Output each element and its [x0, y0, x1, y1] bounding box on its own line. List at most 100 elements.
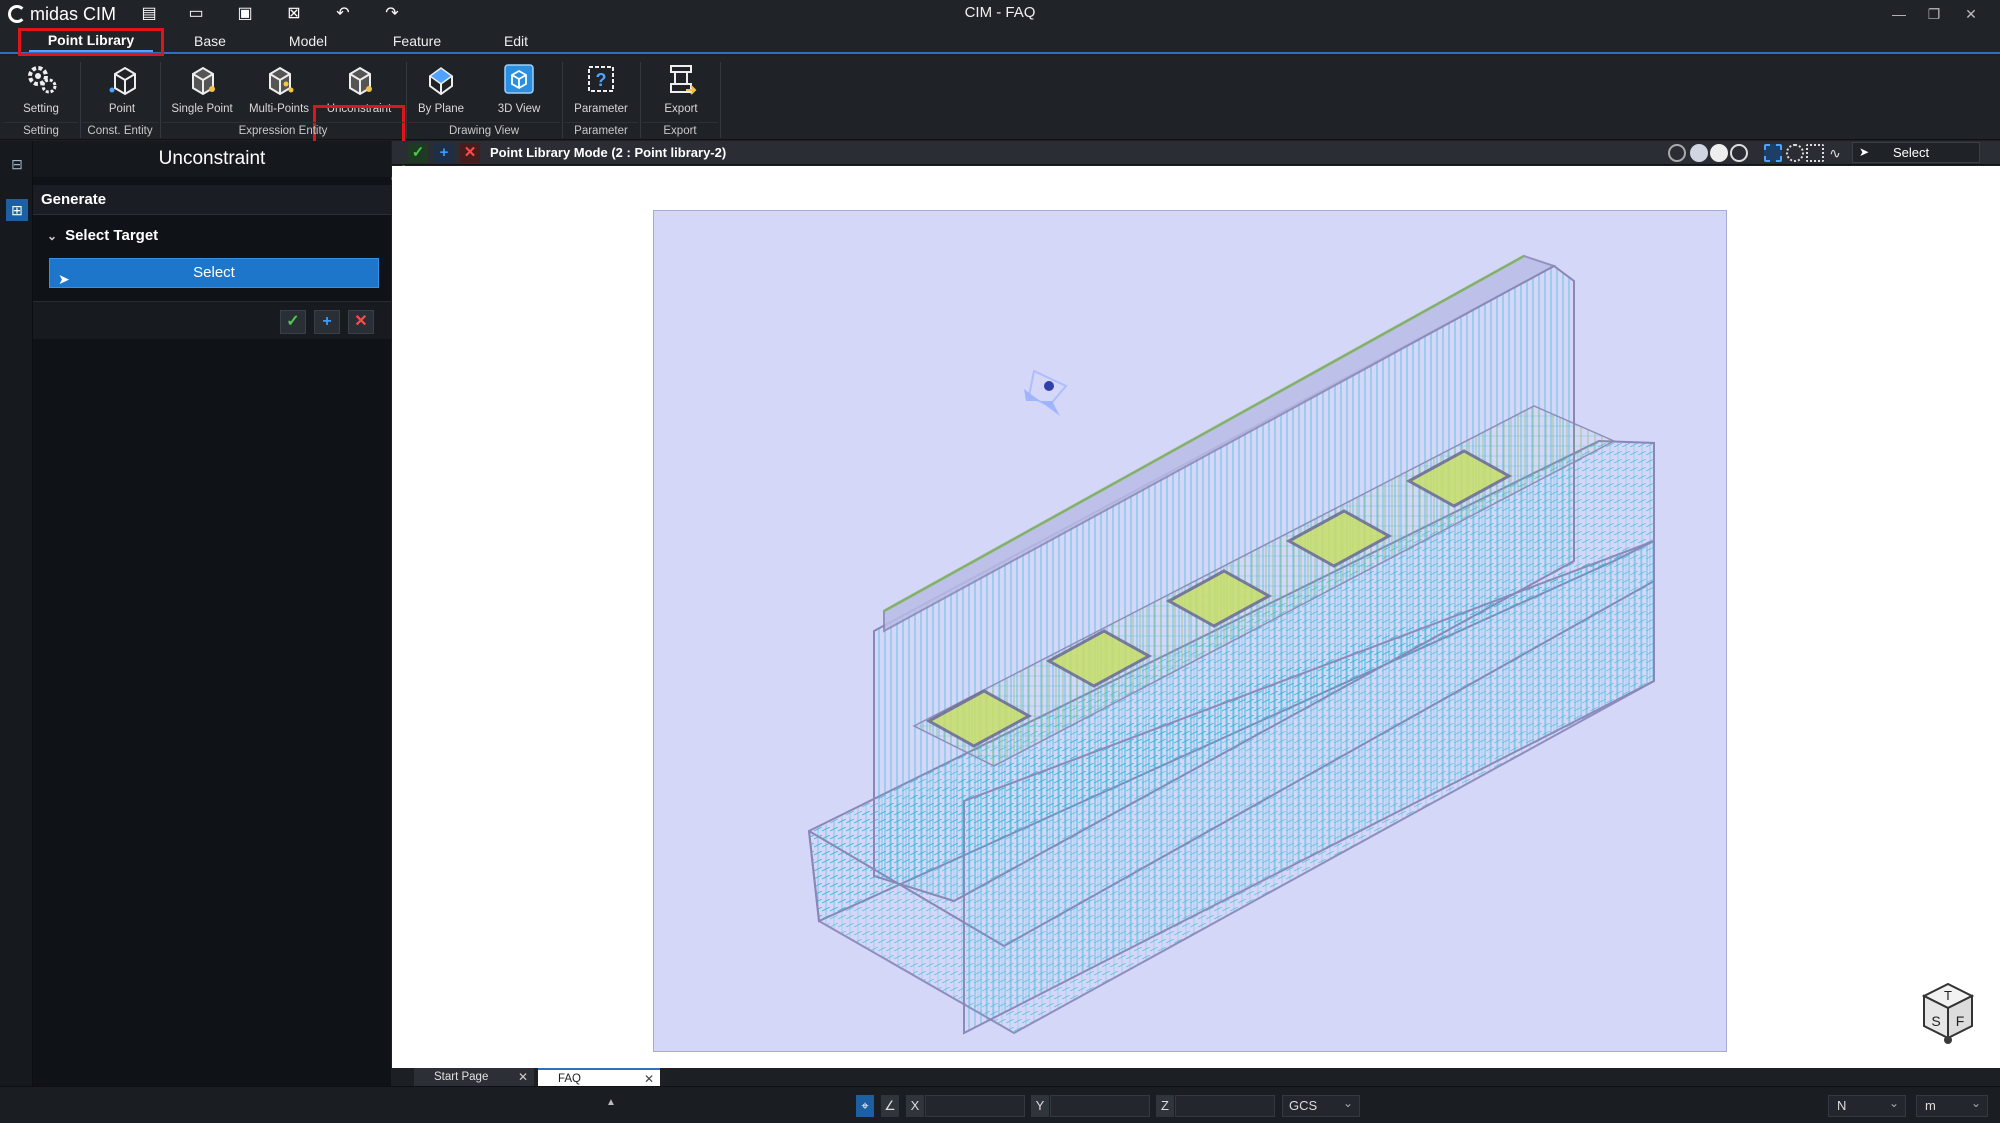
group-expression-entity: Expression Entity [162, 122, 404, 138]
group-const-entity: Const. Entity [82, 122, 158, 138]
group-parameter: Parameter [564, 122, 638, 138]
select-mode-label: Select [1893, 145, 1930, 160]
polygon-select-icon[interactable] [1806, 144, 1824, 162]
save-icon[interactable]: ▣ [234, 3, 256, 25]
coord-system-dropdown[interactable]: GCS [1282, 1093, 1360, 1117]
export-button[interactable]: Export [648, 60, 714, 120]
box-select-icon[interactable] [1764, 144, 1782, 162]
multi-points-icon [269, 66, 294, 96]
navigation-cube[interactable]: T S F [1916, 976, 1980, 1056]
minimize-icon[interactable]: — [1886, 3, 1912, 25]
solid-sphere-icon[interactable] [1710, 144, 1728, 162]
z-coord-label: Z [1156, 1095, 1174, 1117]
new-file-icon[interactable]: ▤ [138, 3, 160, 25]
force-unit-value: N [1837, 1098, 1847, 1113]
snap-icon[interactable]: ⌖ [856, 1095, 874, 1117]
by-plane-label: By Plane [417, 103, 465, 115]
redo-icon[interactable]: ↷ [381, 3, 403, 25]
multi-points-button[interactable]: Multi-Points [244, 60, 314, 120]
3d-view-icon [504, 64, 534, 94]
grid-panel-icon[interactable]: ⊞ [6, 199, 28, 221]
y-coord-field[interactable] [1050, 1095, 1150, 1117]
restore-icon[interactable]: ❐ [1921, 3, 1947, 25]
tab-point-library[interactable]: Point Library [18, 28, 164, 56]
single-point-label: Single Point [171, 103, 233, 115]
parameter-button[interactable]: ? Parameter [568, 60, 634, 120]
status-bar: ▲ ⌖ ∠ X Y Z GCS N m [0, 1086, 2000, 1123]
model-canvas[interactable] [653, 210, 1727, 1052]
close-file-icon[interactable]: ⊠ [283, 3, 305, 25]
tab-base[interactable]: Base [180, 30, 240, 52]
select-mode-dropdown[interactable]: ➤ Select [1852, 142, 1980, 163]
setting-button[interactable]: Setting [10, 60, 72, 120]
doc-tab-start-page[interactable]: Start Page ✕ [414, 1068, 534, 1086]
mode-label: Point Library Mode (2 : Point library-2) [490, 145, 727, 160]
ribbon-divider [160, 62, 161, 138]
gear-icon [28, 66, 57, 94]
setting-label: Setting [23, 103, 59, 115]
logo-text: midas CIM [30, 3, 117, 24]
single-point-icon [192, 66, 215, 96]
side-panel: Unconstraint Generate ⌄ Select Target ➤ S… [33, 141, 391, 1086]
apply-check-icon[interactable]: ✓ [280, 310, 306, 334]
export-icon [670, 65, 697, 95]
add-plus-icon[interactable]: + [434, 143, 454, 163]
point-cube-icon [109, 66, 136, 96]
title-bar: midas CIM ▤ ▭ ▣ ⊠ ↶ ↷ CIM - FAQ — ❐ ✕ [0, 0, 2000, 28]
3d-viewport[interactable]: T S F [392, 166, 2000, 1068]
logo-icon [8, 5, 26, 23]
window-title: CIM - FAQ [964, 4, 1036, 21]
expand-up-icon[interactable]: ▲ [606, 1097, 616, 1108]
wire-sphere-icon[interactable] [1730, 144, 1748, 162]
undo-icon[interactable]: ↶ [332, 3, 354, 25]
open-folder-icon[interactable]: ▭ [185, 3, 207, 25]
ribbon-divider [406, 62, 407, 138]
cancel-x-icon[interactable]: ✕ [460, 143, 480, 163]
shaded-sphere-icon[interactable] [1690, 144, 1708, 162]
angle-icon[interactable]: ∠ [881, 1095, 899, 1117]
retaining-wall-model [807, 254, 1655, 1035]
unconstraint-icon [349, 66, 372, 96]
tab-edit[interactable]: Edit [486, 30, 546, 52]
single-point-button[interactable]: Single Point [166, 60, 238, 120]
tab-model[interactable]: Model [278, 30, 338, 52]
x-coord-field[interactable] [925, 1095, 1025, 1117]
ribbon-divider [640, 62, 641, 138]
confirm-check-icon[interactable]: ✓ [408, 143, 428, 163]
ribbon-divider [80, 62, 81, 138]
navcube-left-label: S [1931, 1013, 1940, 1029]
export-label: Export [664, 103, 698, 115]
select-target-header[interactable]: ⌄ Select Target [47, 225, 158, 247]
length-unit-dropdown[interactable]: m [1916, 1093, 1988, 1117]
doc-tab-faq[interactable]: FAQ ✕ [538, 1068, 660, 1086]
cancel-x-icon[interactable]: ✕ [348, 310, 374, 334]
force-unit-dropdown[interactable]: N [1828, 1093, 1906, 1117]
panel-action-bar: ✓ + ✕ [33, 301, 391, 339]
left-icon-strip: ⊟ ⊞ [0, 141, 33, 1086]
parameter-label: Parameter [574, 103, 628, 115]
point-button[interactable]: Point [92, 60, 152, 120]
point-marker-icon [1024, 369, 1068, 416]
chevron-down-icon: ⌄ [47, 229, 58, 243]
view-toolbar: ✓ + ✕ Point Library Mode (2 : Point libr… [392, 141, 2000, 165]
tab-feature[interactable]: Feature [383, 30, 451, 52]
by-plane-button[interactable]: By Plane [412, 60, 470, 120]
rotate-view-icon[interactable] [1668, 144, 1686, 162]
add-plus-icon[interactable]: + [314, 310, 340, 334]
panel-title: Unconstraint [33, 141, 391, 177]
document-tabs: Start Page ✕ FAQ ✕ [392, 1068, 2000, 1086]
select-target-button[interactable]: ➤ Select [49, 258, 379, 288]
z-coord-field[interactable] [1175, 1095, 1275, 1117]
circle-select-icon[interactable] [1786, 144, 1804, 162]
group-export: Export [642, 122, 718, 138]
close-icon[interactable]: ✕ [1958, 3, 1984, 25]
select-target-label: Select Target [65, 227, 159, 244]
tree-view-icon[interactable]: ⊟ [6, 153, 28, 175]
freehand-select-icon[interactable]: ∿ [1826, 144, 1844, 162]
navcube-top-label: T [1944, 988, 1952, 1003]
by-plane-icon [428, 67, 454, 96]
app-logo: midas CIM [8, 2, 116, 26]
select-button-label: Select [193, 264, 235, 281]
3d-view-button[interactable]: 3D View [488, 60, 550, 120]
close-tab-icon[interactable]: ✕ [518, 1068, 528, 1086]
